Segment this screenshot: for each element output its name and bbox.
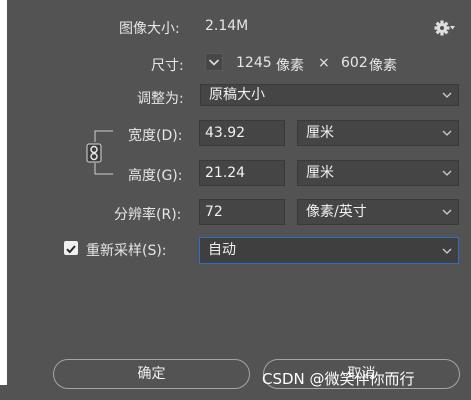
height-unit-value: 厘米: [306, 165, 334, 181]
dimensions-unit-1: 像素: [276, 58, 304, 74]
resolution-label: 分辨率(R):: [114, 207, 182, 223]
height-input[interactable]: 21.24: [199, 160, 285, 186]
width-unit-value: 厘米: [306, 125, 334, 141]
resolution-unit-value: 像素/英寸: [306, 204, 367, 220]
resample-select[interactable]: 自动: [199, 237, 459, 264]
image-size-value: 2.14M: [205, 18, 249, 34]
fit-to-value: 原稿大小: [209, 87, 265, 103]
dimensions-width: 1245: [236, 55, 272, 71]
width-unit-select[interactable]: 厘米: [297, 120, 459, 146]
height-unit-select[interactable]: 厘米: [297, 160, 459, 186]
resolution-input[interactable]: 72: [199, 199, 285, 225]
checkmark-icon: [66, 245, 76, 254]
fit-to-label: 调整为:: [137, 91, 184, 107]
gear-icon[interactable]: [434, 19, 456, 37]
chevron-down-icon: [442, 130, 452, 136]
link-icon[interactable]: [86, 143, 102, 163]
width-label: 宽度(D):: [128, 128, 183, 144]
resolution-unit-select[interactable]: 像素/英寸: [297, 199, 459, 225]
chevron-down-icon: [442, 209, 452, 215]
resample-value: 自动: [208, 242, 236, 258]
image-preview-edge: [0, 0, 7, 385]
resample-label: 重新采样(S):: [86, 243, 167, 259]
fit-to-select[interactable]: 原稿大小: [200, 84, 459, 106]
chevron-down-icon: [442, 248, 452, 254]
ok-button[interactable]: 确定: [53, 359, 250, 389]
dimensions-toggle[interactable]: [205, 53, 223, 71]
height-label: 高度(G):: [128, 168, 183, 184]
chevron-down-icon: [442, 170, 452, 176]
chevron-down-icon: [208, 59, 220, 66]
width-input[interactable]: 43.92: [199, 120, 285, 146]
resample-checkbox[interactable]: [64, 241, 78, 255]
dimensions-times: ×: [318, 55, 330, 71]
dimensions-unit-2: 像素: [369, 58, 397, 74]
chevron-down-icon: [442, 92, 452, 98]
watermark-text: CSDN @微笑伴你而行: [262, 370, 415, 388]
dimensions-height: 602: [341, 55, 368, 71]
image-size-label: 图像大小:: [119, 21, 180, 37]
dimensions-label: 尺寸:: [151, 58, 184, 74]
